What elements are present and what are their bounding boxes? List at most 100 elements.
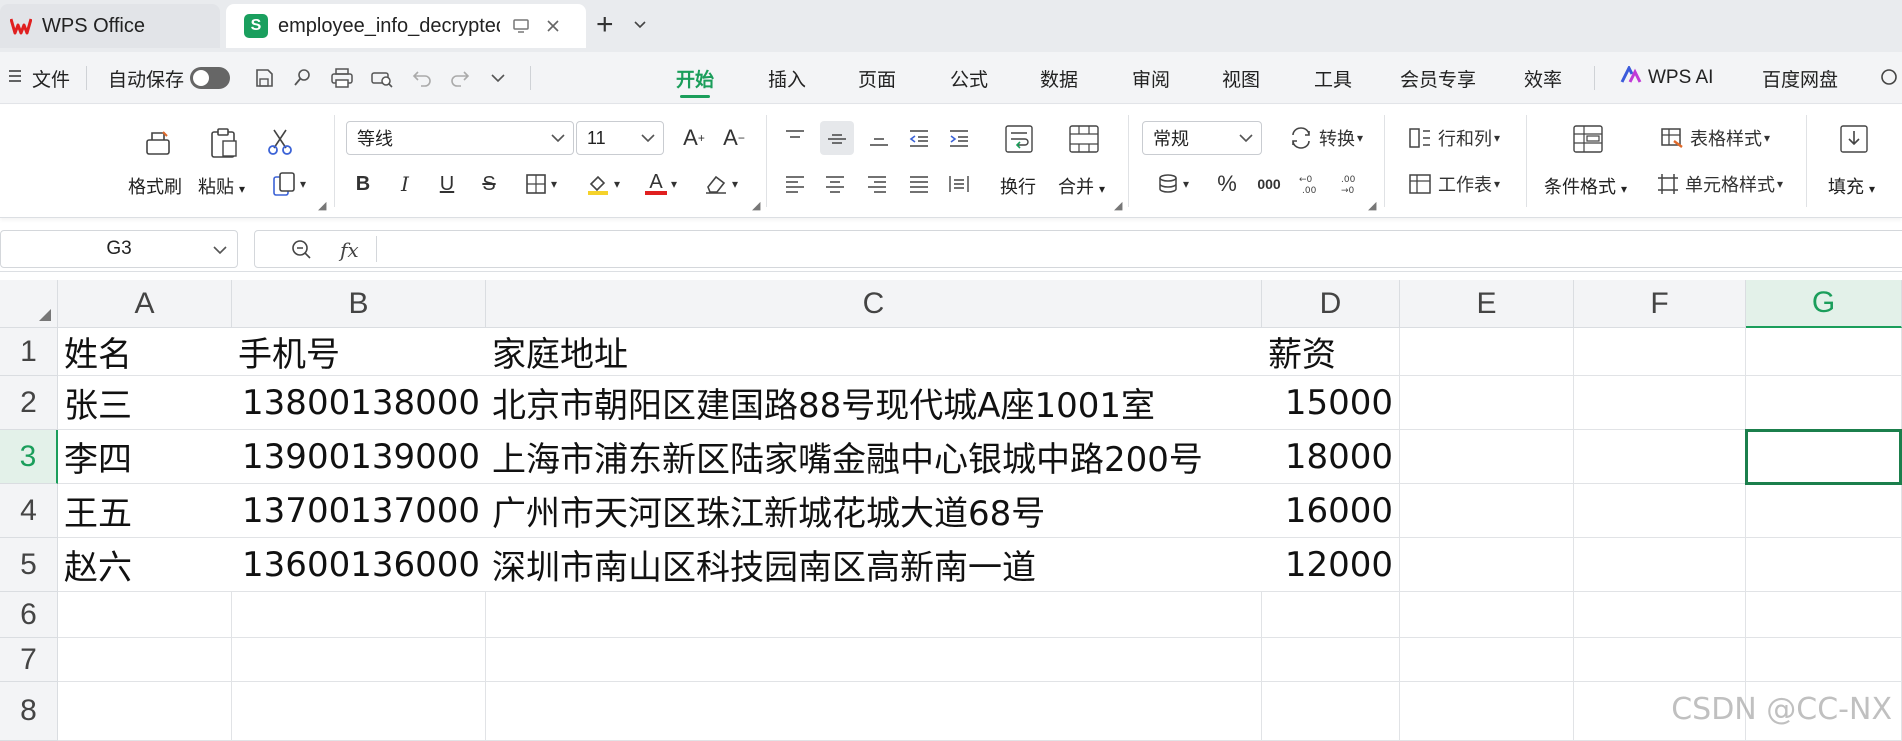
wrap-text-icon[interactable] [1002, 121, 1036, 157]
cell-d1[interactable]: 薪资 [1262, 328, 1400, 376]
cell-b4[interactable]: 13700137000 [232, 484, 486, 538]
tab-view[interactable]: 视图 [1222, 52, 1260, 104]
cell-e8[interactable] [1400, 682, 1574, 741]
cell-g4[interactable] [1746, 484, 1902, 538]
cell-c7[interactable] [486, 638, 1262, 682]
dialog-launcher-icon[interactable]: ◢ [1114, 199, 1122, 212]
column-header-e[interactable]: E [1400, 280, 1574, 328]
dialog-launcher-icon[interactable]: ◢ [752, 199, 760, 212]
cell-style-button[interactable]: 单元格样式 ▾ [1650, 167, 1790, 201]
column-header-g[interactable]: G [1746, 280, 1902, 328]
tab-page[interactable]: 页面 [858, 52, 896, 104]
undo-icon[interactable] [410, 66, 434, 90]
align-top-icon[interactable] [780, 123, 810, 153]
row-header-5[interactable]: 5 [0, 538, 58, 592]
tab-tools[interactable]: 工具 [1314, 52, 1352, 104]
column-header-a[interactable]: A [58, 280, 232, 328]
tab-insert[interactable]: 插入 [768, 52, 806, 104]
toggle-switch[interactable] [190, 67, 231, 89]
align-left-icon[interactable] [780, 169, 810, 199]
cell-c4[interactable]: 广州市天河区珠江新城花城大道68号 [486, 484, 1262, 538]
cell-c5[interactable]: 深圳市南山区科技园南区高新南一道 [486, 538, 1262, 592]
cell-e7[interactable] [1400, 638, 1574, 682]
fill-color-button[interactable]: ▾ [578, 167, 628, 201]
cell-a1[interactable]: 姓名 [58, 328, 232, 376]
chevron-down-icon[interactable] [634, 16, 646, 32]
cell-g2[interactable] [1746, 376, 1902, 430]
paste-icon[interactable] [206, 125, 242, 161]
cell-e1[interactable] [1400, 328, 1574, 376]
cell-g7[interactable] [1746, 638, 1902, 682]
cell-b7[interactable] [232, 638, 486, 682]
currency-format-button[interactable]: ▾ [1150, 167, 1196, 201]
align-center-icon[interactable] [820, 169, 850, 199]
cell-d5[interactable]: 12000 [1262, 538, 1400, 592]
underline-button[interactable]: U [434, 167, 460, 201]
cell-c6[interactable] [486, 592, 1262, 638]
tab-member[interactable]: 会员专享 [1400, 52, 1476, 104]
wrap-text-button[interactable]: 换行 [1000, 173, 1036, 199]
align-middle-icon[interactable] [820, 121, 854, 155]
percent-button[interactable]: % [1212, 167, 1242, 201]
monitor-icon[interactable] [510, 15, 532, 37]
thousands-separator-button[interactable]: 000 [1252, 167, 1286, 201]
eraser-brush-icon[interactable] [290, 66, 314, 90]
justify-icon[interactable] [904, 169, 934, 199]
merge-cells-icon[interactable] [1066, 121, 1102, 157]
search-icon[interactable] [1878, 66, 1902, 90]
cell-b8[interactable] [232, 682, 486, 741]
cell-b3[interactable]: 13900139000 [232, 430, 486, 484]
row-header-1[interactable]: 1 [0, 328, 58, 376]
save-icon[interactable] [252, 66, 276, 90]
cell-f6[interactable] [1574, 592, 1746, 638]
table-style-button[interactable]: 表格样式 ▾ [1650, 121, 1780, 155]
decrease-decimal-icon[interactable]: .00 →0 [1336, 167, 1370, 201]
paste-button[interactable]: 粘贴 ▾ [198, 173, 245, 199]
tab-employee-info[interactable]: S employee_info_decrypted [226, 4, 586, 48]
row-header-2[interactable]: 2 [0, 376, 58, 430]
border-button[interactable]: ▾ [518, 167, 564, 201]
tab-formula[interactable]: 公式 [950, 52, 988, 104]
cell-e4[interactable] [1400, 484, 1574, 538]
column-header-d[interactable]: D [1262, 280, 1400, 328]
cell-a7[interactable] [58, 638, 232, 682]
close-icon[interactable] [542, 15, 564, 37]
new-tab-button[interactable]: + [596, 10, 614, 40]
align-right-icon[interactable] [862, 169, 892, 199]
cell-e6[interactable] [1400, 592, 1574, 638]
name-box[interactable]: G3 [0, 230, 238, 268]
tab-efficiency[interactable]: 效率 [1524, 52, 1562, 104]
cell-g6[interactable] [1746, 592, 1902, 638]
cell-a2[interactable]: 张三 [58, 376, 232, 430]
cell-a6[interactable] [58, 592, 232, 638]
tab-data[interactable]: 数据 [1040, 52, 1078, 104]
cell-f2[interactable] [1574, 376, 1746, 430]
cell-c2[interactable]: 北京市朝阳区建国路88号现代城A座1001室 [486, 376, 1262, 430]
cell-b1[interactable]: 手机号 [232, 328, 486, 376]
row-header-6[interactable]: 6 [0, 592, 58, 638]
cell-d3[interactable]: 18000 [1262, 430, 1400, 484]
font-size-select[interactable]: 11 [576, 121, 664, 155]
cell-c8[interactable] [486, 682, 1262, 741]
cell-f3[interactable] [1574, 430, 1746, 484]
increase-font-icon[interactable]: A + [678, 123, 710, 153]
format-painter-label[interactable]: 格式刷 [128, 173, 182, 199]
convert-button[interactable]: 转换 ▾ [1276, 121, 1376, 155]
cell-d7[interactable] [1262, 638, 1400, 682]
tab-wps-office[interactable]: WPS Office [0, 4, 220, 48]
tab-review[interactable]: 审阅 [1132, 52, 1170, 104]
cell-a5[interactable]: 赵六 [58, 538, 232, 592]
row-header-8[interactable]: 8 [0, 682, 58, 741]
cell-a3[interactable]: 李四 [58, 430, 232, 484]
number-format-select[interactable]: 常规 [1142, 121, 1262, 155]
dialog-launcher-icon[interactable]: ◢ [318, 199, 326, 212]
italic-button[interactable]: I [392, 167, 418, 201]
rows-columns-button[interactable]: 行和列 ▾ [1398, 121, 1510, 155]
conditional-format-icon[interactable] [1570, 121, 1606, 157]
tab-baidu-netdisk[interactable]: 百度网盘 [1762, 52, 1838, 104]
cell-a4[interactable]: 王五 [58, 484, 232, 538]
cell-c1[interactable]: 家庭地址 [486, 328, 1262, 376]
cell-f7[interactable] [1574, 638, 1746, 682]
cell-g5[interactable] [1746, 538, 1902, 592]
print-preview-icon[interactable] [370, 66, 394, 90]
